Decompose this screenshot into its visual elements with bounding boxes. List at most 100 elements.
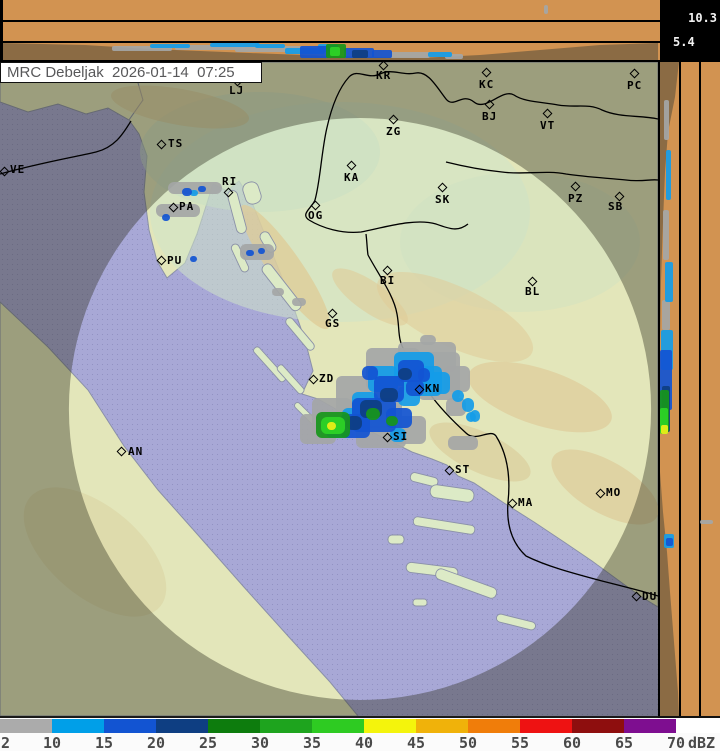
radar-echo — [362, 366, 378, 380]
radar-echo — [330, 47, 340, 56]
radar-echo — [190, 256, 197, 262]
radar-echo — [380, 388, 398, 402]
radar-echo — [662, 300, 670, 330]
radar-echo — [665, 262, 673, 302]
scale-label-2: 2 — [1, 734, 11, 752]
city-label-ST: ST — [455, 463, 471, 476]
city-label-KN: KN — [425, 382, 441, 395]
radar-echo — [700, 520, 713, 524]
radar-echo — [470, 410, 480, 422]
radar-echo — [428, 52, 452, 57]
title-bar: MRC Debeljak 2026-01-14 07:25 — [0, 62, 262, 83]
city-label-RI: RI — [222, 175, 238, 188]
radar-echo — [386, 416, 398, 426]
scale-segment-25 — [208, 719, 260, 733]
scale-label-40: 40 — [354, 734, 374, 752]
radar-echo — [372, 50, 392, 58]
scale-label-70: 70 — [666, 734, 686, 752]
scale-label-45: 45 — [406, 734, 426, 752]
radar-echo — [418, 368, 430, 382]
radar-echo — [246, 250, 254, 256]
scale-segment-10 — [52, 719, 104, 733]
city-label-BL: BL — [525, 285, 541, 298]
city-label-VE: VE — [10, 163, 26, 176]
echo-height-side-value: 5.4 — [673, 35, 695, 49]
map-geography — [0, 62, 658, 716]
reflectivity-scale-labels: dBZ 2 10 15 20 25 30 35 40 45 50 55 60 65 70 — [0, 733, 720, 752]
city-label-LJ: LJ — [229, 84, 245, 97]
scale-segment-65 — [624, 719, 676, 733]
top-cross-section-panel — [0, 0, 660, 62]
city-label-BJ: BJ — [482, 110, 498, 123]
scale-label-20: 20 — [146, 734, 166, 752]
radar-echo — [150, 44, 190, 48]
scale-segment-60 — [572, 719, 624, 733]
city-label-VT: VT — [540, 119, 556, 132]
scale-segment-15 — [104, 719, 156, 733]
radar-echo — [182, 188, 192, 196]
city-label-KR: KR — [376, 69, 392, 82]
right-strip-2 — [681, 62, 699, 716]
scale-label-35: 35 — [302, 734, 322, 752]
city-label-MA: MA — [518, 496, 534, 509]
city-label-BI: BI — [380, 274, 396, 287]
city-label-SK: SK — [435, 193, 451, 206]
scale-segment-45 — [416, 719, 468, 733]
scale-label-55: 55 — [510, 734, 530, 752]
radar-echo — [255, 44, 285, 48]
echo-height-top-value: 10.3 — [688, 11, 717, 25]
radar-echo — [664, 100, 669, 140]
radar-echo — [448, 436, 478, 450]
right-strip-3 — [701, 62, 720, 716]
city-label-MO: MO — [606, 486, 622, 499]
echo-height-box: 10.3 5.4 — [660, 0, 720, 60]
radar-echo — [210, 43, 260, 47]
panel-edge — [0, 0, 3, 62]
city-label-PU: PU — [167, 254, 183, 267]
radar-display: { "header": { "title": "MRC Debeljak 202… — [0, 0, 720, 752]
radar-echo — [366, 408, 380, 420]
city-label-AN: AN — [128, 445, 144, 458]
city-label-PC: PC — [627, 79, 643, 92]
radar-echo — [666, 538, 673, 546]
radar-echo — [544, 5, 548, 14]
scale-unit-label: dBZ — [688, 734, 716, 752]
city-label-PA: PA — [179, 200, 195, 213]
city-label-SI: SI — [393, 430, 409, 443]
scale-label-60: 60 — [562, 734, 582, 752]
city-label-KA: KA — [344, 171, 360, 184]
scale-label-50: 50 — [458, 734, 478, 752]
scale-label-15: 15 — [94, 734, 114, 752]
radar-echo — [272, 288, 284, 296]
city-label-OG: OG — [308, 209, 324, 222]
scale-segment-55 — [520, 719, 572, 733]
reflectivity-scale-bar — [0, 719, 720, 733]
radar-echo — [398, 368, 412, 380]
radar-echo — [258, 248, 265, 254]
city-label-GS: GS — [325, 317, 341, 330]
radar-echo — [327, 422, 336, 430]
scale-segment-2 — [0, 719, 52, 733]
radar-echo — [292, 298, 306, 306]
radar-echo — [390, 52, 430, 58]
city-label-SB: SB — [608, 200, 624, 213]
city-label-TS: TS — [168, 137, 184, 150]
city-label-ZD: ZD — [319, 372, 335, 385]
radar-echo — [198, 186, 206, 192]
radar-echo — [352, 50, 368, 58]
radar-echo — [162, 214, 170, 221]
city-label-ZG: ZG — [386, 125, 402, 138]
scale-segment-30 — [260, 719, 312, 733]
scale-label-65: 65 — [614, 734, 634, 752]
scale-label-10: 10 — [42, 734, 62, 752]
scale-segment-40 — [364, 719, 416, 733]
radar-echo — [661, 425, 668, 434]
radar-echo — [420, 335, 436, 345]
city-label-KC: KC — [479, 78, 495, 91]
city-label-PZ: PZ — [568, 192, 584, 205]
scale-segment-35 — [312, 719, 364, 733]
scale-segment-50 — [468, 719, 520, 733]
scale-label-25: 25 — [198, 734, 218, 752]
radar-echo — [663, 210, 669, 260]
map: VE TS LJ KR ZG KC PC BJ VT KA SK PZ SB OG RI PA PU BI BL GS… — [0, 62, 658, 718]
